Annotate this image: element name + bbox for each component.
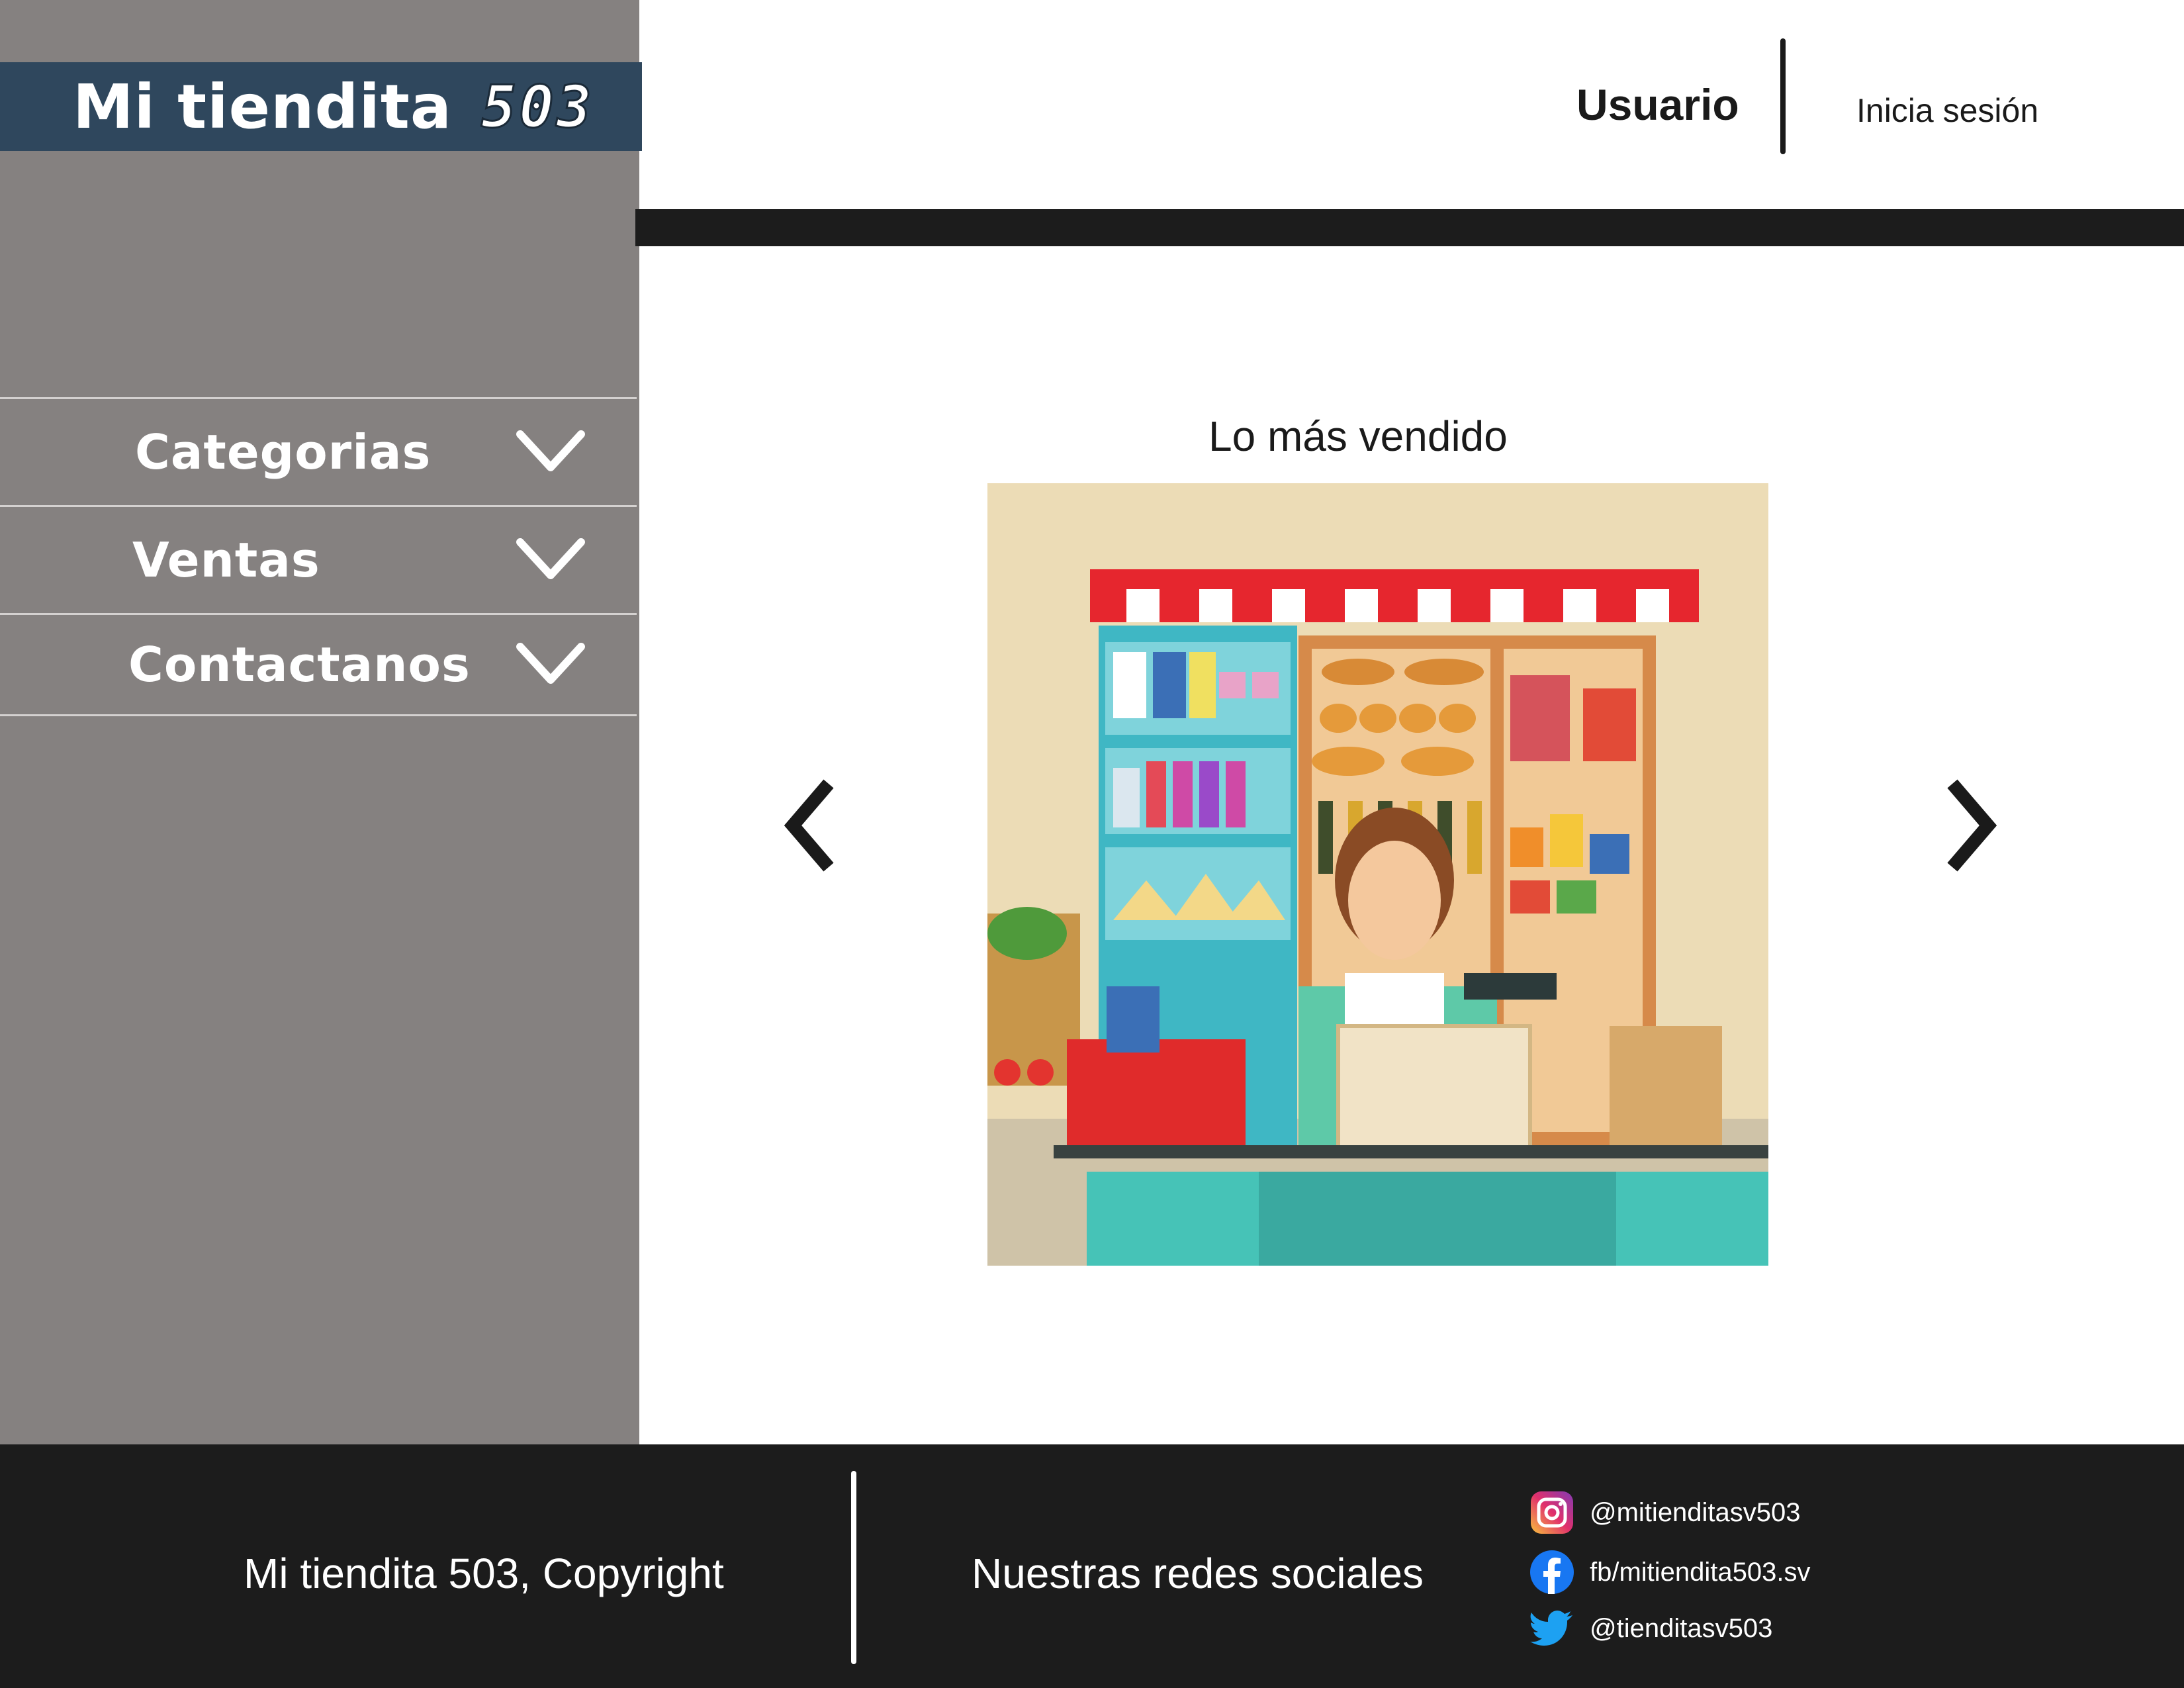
social-handle: fb/mitiendita503.sv: [1590, 1557, 1811, 1587]
footer-divider: [851, 1471, 856, 1664]
facebook-icon: [1530, 1550, 1574, 1594]
sidebar-item-label: Contactanos: [128, 637, 471, 692]
instagram-icon: [1531, 1491, 1573, 1534]
sidebar-item-categorias[interactable]: Categorias: [0, 399, 639, 505]
brand-logo[interactable]: Mi tiendita 503: [0, 62, 642, 151]
sidebar-item-ventas[interactable]: Ventas: [0, 507, 639, 613]
sidebar-item-label: Categorias: [135, 424, 432, 480]
sidebar-item-label: Ventas: [132, 532, 320, 588]
divider: [0, 714, 637, 716]
top-bar: [635, 209, 2184, 246]
brand-number: 503: [480, 71, 594, 142]
login-link[interactable]: Inicia sesión: [1856, 91, 2038, 130]
chevron-left-icon[interactable]: [781, 776, 841, 875]
social-instagram[interactable]: @mitienditasv503: [1529, 1489, 1801, 1536]
sidebar-item-contactanos[interactable]: Contactanos: [0, 615, 639, 714]
chevron-down-icon: [516, 430, 585, 471]
chevron-down-icon: [516, 538, 585, 579]
sidebar-nav: Categorias Ventas Contactanos: [0, 397, 639, 716]
twitter-icon: [1530, 1611, 1572, 1646]
chevron-right-icon[interactable]: [1940, 776, 2000, 875]
social-handle: @tienditasv503: [1590, 1613, 1773, 1643]
footer-social-title: Nuestras redes sociales: [972, 1550, 1424, 1597]
footer-copyright: Mi tiendita 503, Copyright: [244, 1550, 724, 1597]
chevron-down-icon: [516, 643, 585, 684]
social-handle: @mitienditasv503: [1590, 1497, 1801, 1527]
user-label[interactable]: Usuario: [1576, 79, 1739, 130]
social-twitter[interactable]: @tienditasv503: [1529, 1605, 1772, 1652]
sidebar: [0, 0, 639, 1450]
brand-name: Mi tiendita: [73, 71, 452, 142]
carousel-image[interactable]: [987, 483, 1768, 1266]
header-divider: [1780, 38, 1786, 154]
social-facebook[interactable]: fb/mitiendita503.sv: [1529, 1549, 1811, 1595]
section-title: Lo más vendido: [1208, 412, 1508, 460]
